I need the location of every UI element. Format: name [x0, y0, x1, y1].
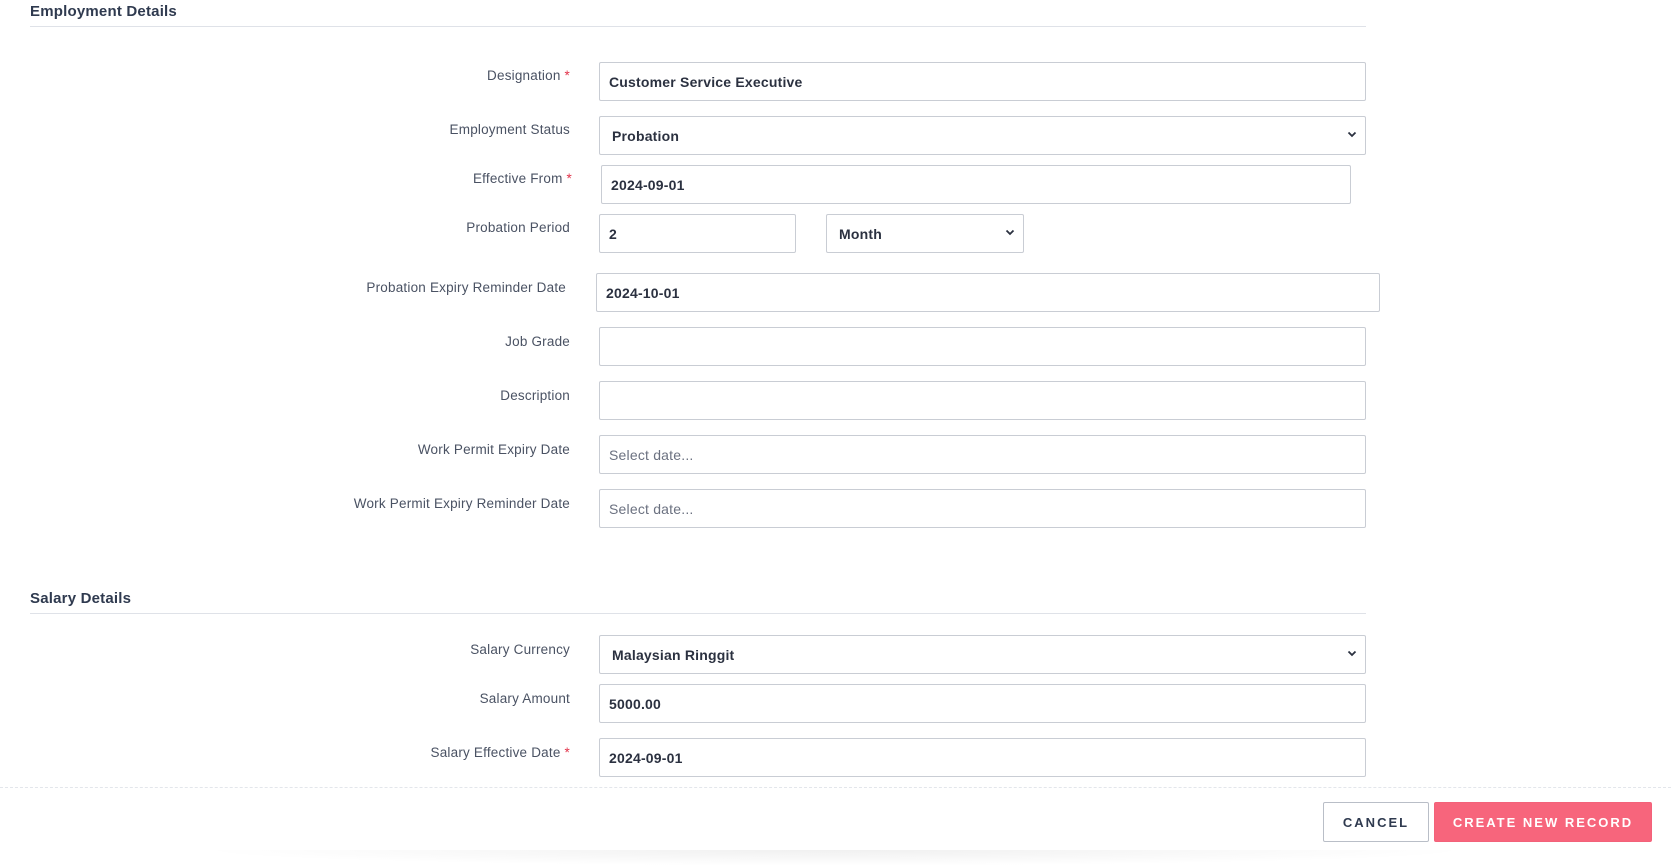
- description-label: Description: [500, 388, 570, 403]
- salary-amount-input[interactable]: 5000.00: [599, 684, 1366, 723]
- required-marker: *: [564, 745, 570, 760]
- probation-expiry-reminder-label: Probation Expiry Reminder Date: [366, 280, 566, 295]
- work-permit-expiry-reminder-input[interactable]: Select date...: [599, 489, 1366, 528]
- chevron-down-icon: [1005, 227, 1015, 237]
- chevron-down-icon: [1347, 648, 1357, 658]
- footer-divider: [0, 787, 1671, 788]
- work-permit-expiry-label: Work Permit Expiry Date: [417, 442, 570, 457]
- cancel-button[interactable]: CANCEL: [1323, 802, 1429, 842]
- salary-amount-label: Salary Amount: [479, 691, 570, 706]
- job-grade-label: Job Grade: [505, 334, 570, 349]
- description-input[interactable]: [599, 381, 1366, 420]
- probation-period-input[interactable]: 2: [599, 214, 796, 253]
- modal-bottom-shadow: [190, 850, 1480, 866]
- create-new-record-button[interactable]: CREATE NEW RECORD: [1434, 802, 1652, 842]
- effective-from-input[interactable]: 2024-09-01: [601, 165, 1351, 204]
- chevron-down-icon: [1347, 129, 1357, 139]
- designation-input[interactable]: Customer Service Executive: [599, 62, 1366, 101]
- salary-effective-date-label: Salary Effective Date *: [430, 745, 570, 760]
- section-divider: [30, 613, 1366, 614]
- designation-label: Designation *: [487, 68, 570, 83]
- probation-unit-select[interactable]: Month: [826, 214, 1024, 253]
- section-divider: [30, 26, 1366, 27]
- salary-currency-label: Salary Currency: [470, 642, 570, 657]
- effective-from-label: Effective From *: [472, 171, 572, 186]
- work-permit-expiry-reminder-label: Work Permit Expiry Reminder Date: [353, 496, 570, 511]
- required-marker: *: [566, 171, 572, 186]
- section-title-employment: Employment Details: [30, 3, 177, 20]
- probation-expiry-reminder-input[interactable]: 2024-10-01: [596, 273, 1380, 312]
- job-grade-input[interactable]: [599, 327, 1366, 366]
- section-title-salary: Salary Details: [30, 590, 132, 607]
- probation-period-label: Probation Period: [466, 220, 570, 235]
- salary-effective-date-input[interactable]: 2024-09-01: [599, 738, 1366, 777]
- employment-status-select[interactable]: Probation: [599, 116, 1366, 155]
- salary-currency-select[interactable]: Malaysian Ringgit: [599, 635, 1366, 674]
- employment-status-label: Employment Status: [449, 122, 570, 137]
- required-marker: *: [564, 68, 570, 83]
- work-permit-expiry-input[interactable]: Select date...: [599, 435, 1366, 474]
